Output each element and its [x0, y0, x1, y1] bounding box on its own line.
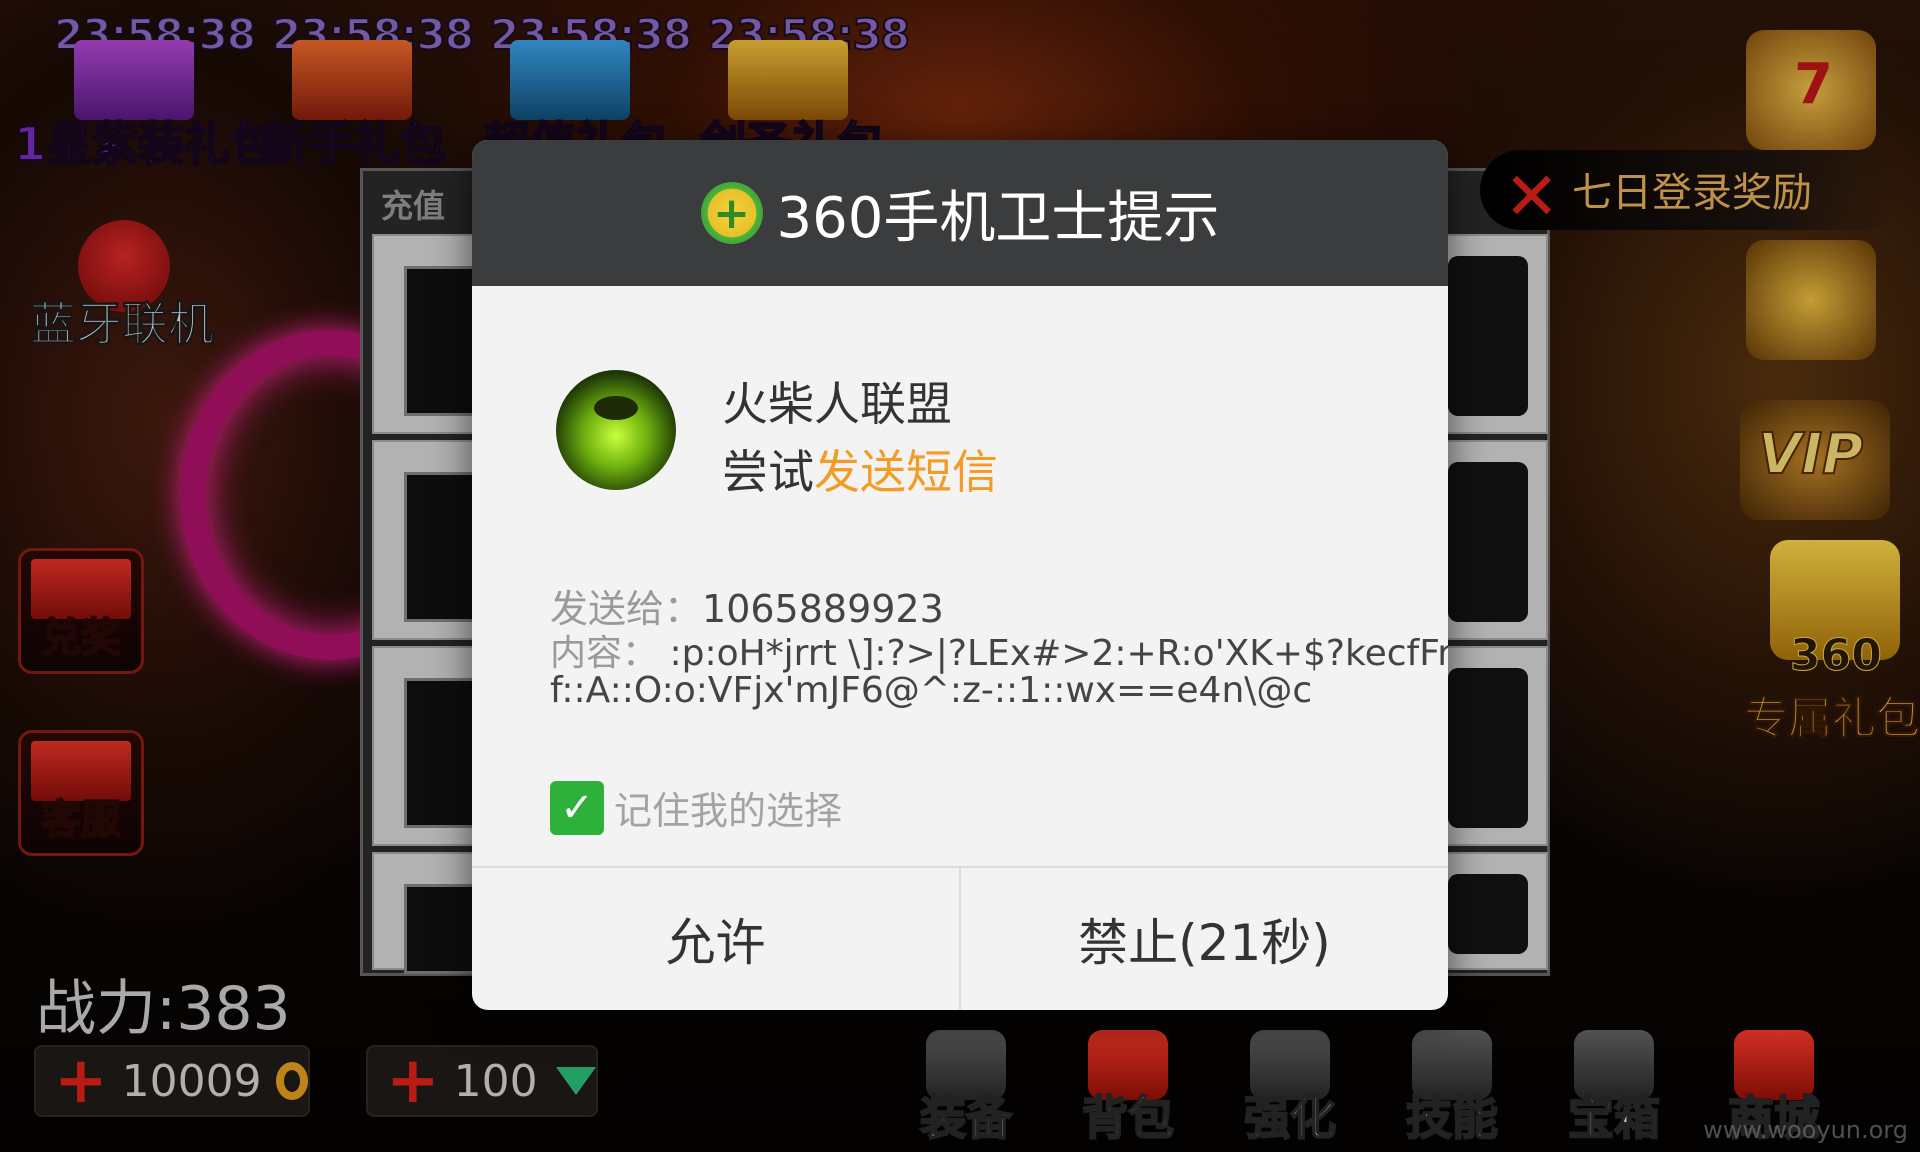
attempt-text: 尝试发送短信	[722, 436, 998, 502]
allow-button[interactable]: 允许	[472, 868, 959, 1010]
attempt-prefix: 尝试	[722, 445, 814, 499]
360-shield-icon: +	[700, 182, 763, 244]
sms-content-text-1: :p:oH*jrrt \]:?>|?LEx#>2:+R:o'XK+$?kecfF…	[669, 633, 1448, 674]
dialog-title: 360手机卫士提示	[776, 185, 1220, 251]
app-name: 火柴人联盟	[722, 377, 952, 431]
dialog-buttons: 允许 禁止(21秒)	[472, 866, 1448, 1010]
robot-face-icon	[594, 396, 638, 420]
sms-content-text-2: f::A::O:o:VFjx'mJF6@^:z-::1::wx==e4n\@c	[550, 670, 1313, 711]
content-label: 内容：	[550, 633, 659, 674]
remember-checkbox[interactable]: ✓	[550, 780, 604, 835]
deny-button[interactable]: 禁止(21秒)	[961, 868, 1448, 1010]
remember-label[interactable]: 记住我的选择	[614, 780, 842, 835]
game-screen: 23:58:38 23:58:38 23:58:38 23:58:38 1星紫装…	[0, 0, 1920, 1152]
remember-choice-row[interactable]: ✓ 记住我的选择	[550, 780, 842, 835]
attempt-action: 发送短信	[814, 445, 998, 499]
sms-content-line-1: 内容： :p:oH*jrrt \]:?>|?LEx#>2:+R:o'XK+$?k…	[550, 624, 1448, 676]
app-avatar	[556, 370, 676, 490]
dialog-header: + 360手机卫士提示	[472, 140, 1448, 286]
security-prompt-dialog: + 360手机卫士提示 火柴人联盟 尝试发送短信 发送给：1065889923 …	[472, 140, 1448, 1010]
